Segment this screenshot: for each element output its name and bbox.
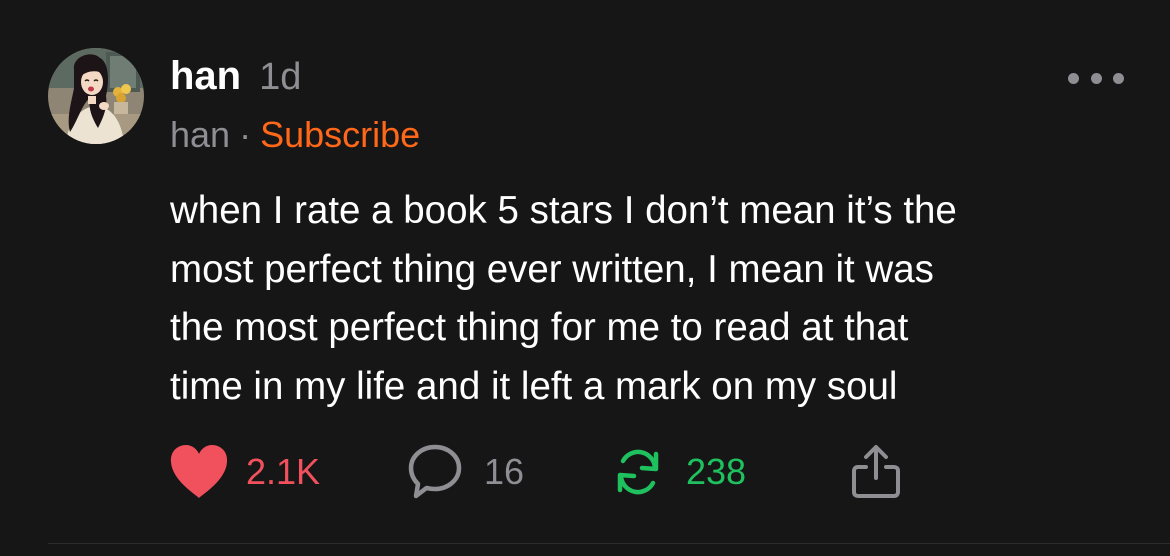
like-button[interactable]: 2.1K (168, 440, 320, 504)
avatar[interactable] (48, 48, 144, 144)
timestamp: 1d (259, 56, 302, 98)
note-post: han 1d han · Subscribe when I rate a boo… (0, 0, 1170, 556)
post-body: when I rate a book 5 stars I don’t mean … (170, 182, 1140, 416)
more-dot (1090, 72, 1102, 84)
action-bar: 2.1K 16 238 (0, 440, 1170, 504)
restack-button[interactable]: 238 (610, 440, 746, 504)
restack-arrows-icon (617, 449, 659, 495)
like-count: 2.1K (246, 451, 321, 492)
share-icon (852, 445, 900, 498)
more-dot (1068, 72, 1079, 84)
post-header: han 1d (170, 54, 301, 104)
heart-icon (170, 445, 228, 498)
author-name[interactable]: han (170, 54, 241, 99)
separator-dot: · (239, 114, 252, 155)
comment-button[interactable]: 16 (406, 440, 524, 504)
comment-bubble-icon (408, 444, 462, 499)
post-body-line: most perfect thing ever written, I mean … (170, 247, 934, 291)
post-body-line: the most perfect thing for me to read at… (170, 306, 909, 349)
avatar-illustration (48, 48, 144, 144)
more-dot (1113, 72, 1124, 84)
post-body-line: when I rate a book 5 stars I don’t mean … (170, 189, 957, 232)
post-body-line: time in my life and it left a mark on my… (170, 364, 898, 408)
divider (48, 543, 1170, 544)
more-options-button[interactable] (1068, 68, 1124, 88)
author-handle[interactable]: han (170, 114, 230, 156)
subscribe-link[interactable]: Subscribe (260, 114, 420, 156)
comment-count: 16 (484, 451, 525, 492)
post-subheader: han · Subscribe (170, 114, 420, 158)
restack-count: 238 (686, 451, 747, 492)
share-button[interactable] (846, 440, 906, 504)
